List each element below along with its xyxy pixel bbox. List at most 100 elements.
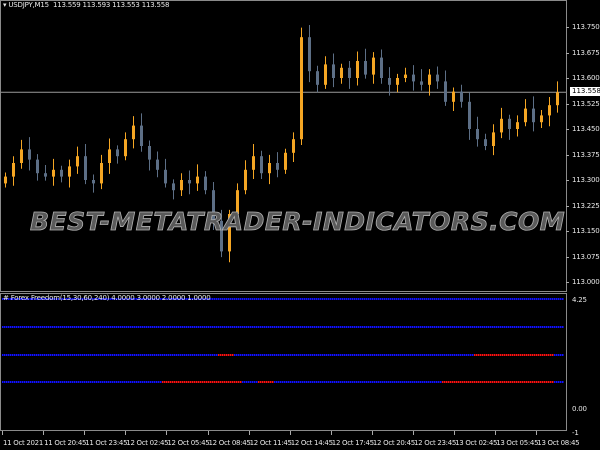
- indicator-dot-level-4: [522, 298, 524, 300]
- indicator-dot-level-3: [62, 326, 64, 328]
- indicator-dot-level-2: [534, 354, 536, 356]
- indicator-dot-level-4: [250, 298, 252, 300]
- candle-body: [428, 74, 431, 85]
- indicator-dot-level-1: [328, 381, 330, 383]
- symbol-header: ▾ USDJPY,M15 113.559 113.593 113.553 113…: [3, 1, 169, 9]
- indicator-dot-level-3: [86, 326, 88, 328]
- indicator-dot-level-3: [292, 326, 294, 328]
- time-tick: [413, 431, 414, 435]
- candle-body: [476, 129, 479, 140]
- indicator-dot-level-1: [30, 381, 32, 383]
- indicator-dot-level-3: [540, 326, 542, 328]
- indicator-dot-level-2: [296, 354, 298, 356]
- indicator-dot-level-2: [184, 354, 186, 356]
- indicator-dot-level-3: [562, 326, 564, 328]
- price-label: 113.075: [572, 252, 600, 261]
- indicator-dot-level-2: [98, 354, 100, 356]
- indicator-dot-level-2: [350, 354, 352, 356]
- indicator-dot-level-3: [304, 326, 306, 328]
- indicator-dot-level-3: [504, 326, 506, 328]
- indicator-dot-level-1: [438, 381, 440, 383]
- indicator-dot-level-2: [348, 354, 350, 356]
- indicator-dot-level-1: [420, 381, 422, 383]
- indicator-dot-level-3: [78, 326, 80, 328]
- indicator-dot-level-1: [378, 381, 380, 383]
- dropdown-triangle-icon[interactable]: ▾: [3, 1, 7, 9]
- indicator-dot-level-3: [312, 326, 314, 328]
- time-tick: [125, 431, 127, 435]
- time-tick: [166, 431, 168, 435]
- indicator-dot-level-1: [340, 381, 342, 383]
- indicator-dot-level-2: [192, 354, 194, 356]
- indicator-dot-level-2: [46, 354, 48, 356]
- indicator-dot-level-3: [12, 326, 14, 328]
- indicator-dot-level-2: [528, 354, 530, 356]
- indicator-dot-level-3: [266, 326, 268, 328]
- indicator-dot-level-4: [288, 298, 290, 300]
- indicator-dot-level-4: [364, 298, 366, 300]
- indicator-dot-level-2: [224, 354, 226, 356]
- price-tick: [566, 103, 569, 105]
- indicator-dot-level-1: [342, 381, 344, 383]
- indicator-dot-level-3: [448, 326, 450, 328]
- indicator-dot-level-1: [338, 381, 340, 383]
- time-tick: [536, 431, 538, 435]
- price-tick: [566, 52, 569, 54]
- indicator-dot-level-2: [306, 354, 308, 356]
- indicator-dot-level-2: [486, 354, 488, 356]
- indicator-dot-level-2: [520, 354, 522, 356]
- indicator-dot-level-3: [458, 326, 460, 328]
- indicator-dot-level-3: [460, 326, 462, 328]
- indicator-dot-level-4: [500, 298, 502, 300]
- indicator-dot-level-4: [526, 298, 528, 300]
- indicator-dot-level-3: [258, 326, 260, 328]
- ohlc-close: 113.558: [141, 1, 170, 9]
- indicator-dot-level-3: [348, 326, 350, 328]
- indicator-dot-level-3: [206, 326, 208, 328]
- indicator-dot-level-3: [110, 326, 112, 328]
- indicator-dot-level-2: [238, 354, 240, 356]
- time-label: 12 Oct 23:45: [414, 439, 457, 447]
- indicator-dot-level-3: [534, 326, 536, 328]
- indicator-dot-level-4: [400, 298, 402, 300]
- indicator-dot-level-3: [364, 326, 366, 328]
- indicator-dot-level-1: [546, 381, 548, 383]
- indicator-dot-level-3: [132, 326, 134, 328]
- indicator-dot-level-2: [310, 354, 312, 356]
- indicator-dot-level-1: [386, 381, 388, 383]
- indicator-dot-level-4: [294, 298, 296, 300]
- indicator-dot-level-1: [468, 381, 470, 383]
- indicator-dot-level-2: [134, 354, 136, 356]
- time-label: 13 Oct 08:45: [537, 439, 580, 447]
- indicator-dot-level-1: [128, 381, 130, 383]
- indicator-dot-level-4: [262, 298, 264, 300]
- indicator-dot-level-2: [558, 354, 560, 356]
- indicator-dot-level-4: [214, 298, 216, 300]
- indicator-dot-level-1: [302, 381, 304, 383]
- candle-body: [132, 125, 135, 140]
- indicator-dot-level-1: [354, 381, 356, 383]
- indicator-dot-level-3: [154, 326, 156, 328]
- indicator-dot-level-3: [186, 326, 188, 328]
- indicator-dot-level-3: [308, 326, 310, 328]
- indicator-dot-level-3: [296, 326, 298, 328]
- indicator-dot-level-1: [384, 381, 386, 383]
- indicator-dot-level-3: [354, 326, 356, 328]
- indicator-dot-level-3: [68, 326, 70, 328]
- candle-body: [116, 149, 119, 157]
- price-tick: [566, 180, 569, 181]
- indicator-dot-level-2: [500, 354, 502, 356]
- indicator-dot-level-3: [392, 326, 394, 328]
- indicator-dot-level-1: [142, 381, 144, 383]
- candle-body: [412, 74, 415, 82]
- indicator-dot-level-4: [428, 298, 430, 300]
- indicator-dot-level-2: [94, 354, 96, 356]
- indicator-dot-level-2: [130, 354, 132, 356]
- indicator-dot-level-2: [126, 354, 128, 356]
- time-label: 12 Oct 20:45: [372, 439, 415, 447]
- indicator-dot-level-2: [346, 354, 348, 356]
- indicator-dot-level-2: [56, 354, 58, 356]
- indicator-dot-level-1: [320, 381, 322, 383]
- indicator-dot-level-1: [466, 381, 468, 383]
- indicator-dot-level-3: [178, 326, 180, 328]
